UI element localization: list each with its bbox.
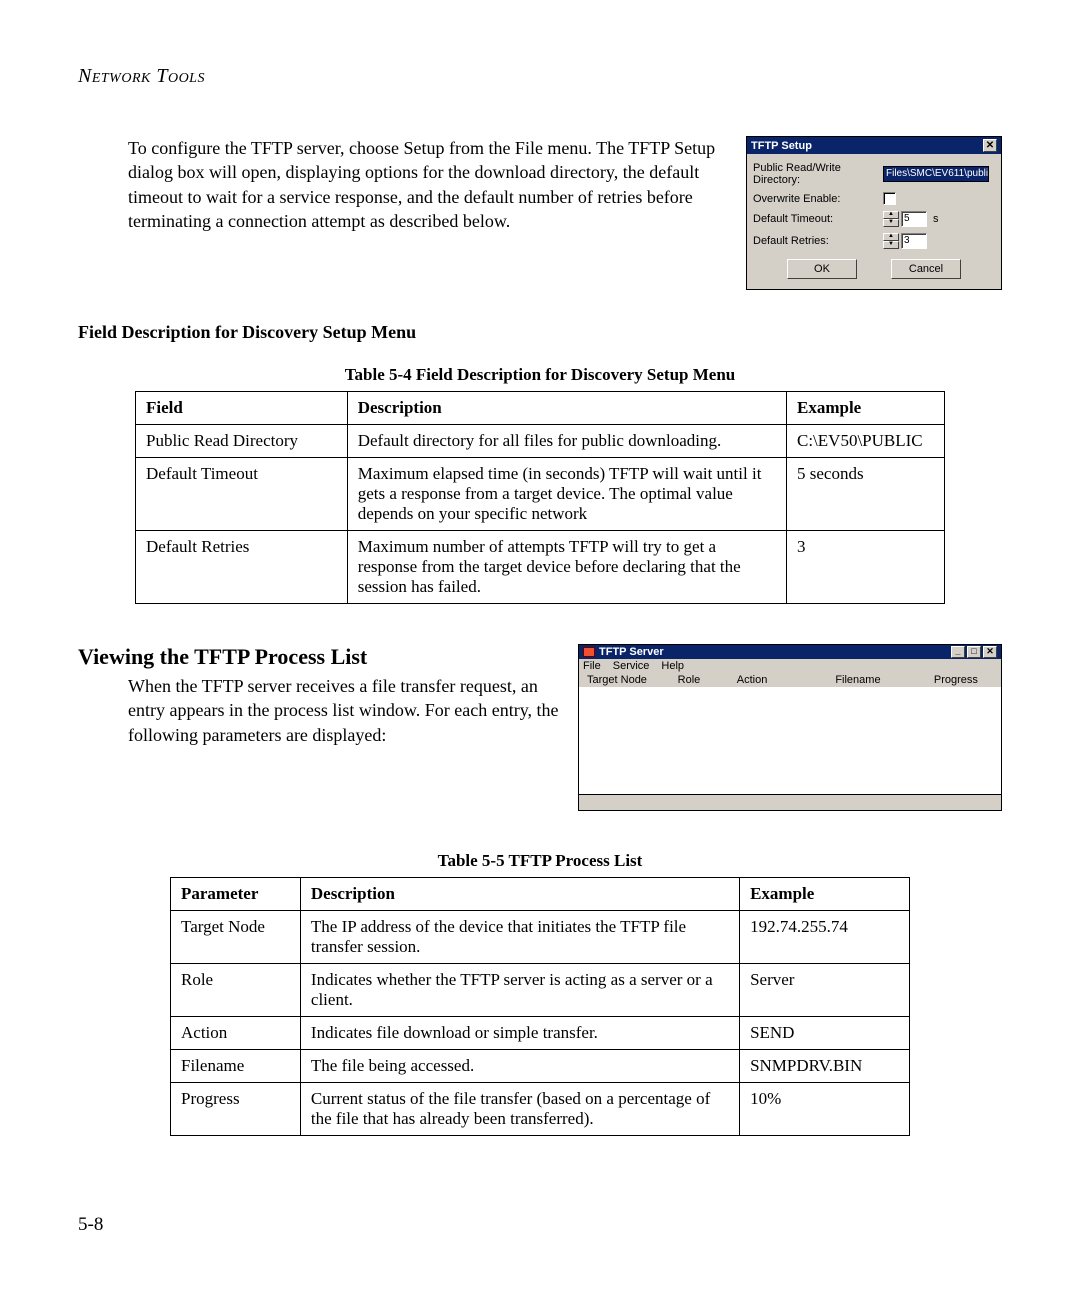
spin-down-icon[interactable]: ▼: [883, 241, 899, 249]
cell: Filename: [171, 1050, 301, 1083]
tftp-server-window: TFTP Server _ □ ✕ File Service Help Targ…: [578, 644, 1002, 811]
timeout-unit: s: [933, 213, 939, 225]
viewing-heading: Viewing the TFTP Process List: [78, 644, 568, 670]
dialog-titlebar: TFTP Setup ✕: [747, 137, 1001, 154]
cancel-button[interactable]: Cancel: [891, 259, 961, 279]
cell: Indicates file download or simple transf…: [300, 1017, 739, 1050]
spin-down-icon[interactable]: ▼: [883, 219, 899, 227]
table-5-4: Field Description Example Public Read Di…: [135, 391, 945, 604]
cell: Target Node: [171, 911, 301, 964]
field-desc-subheading: Field Description for Discovery Setup Me…: [78, 322, 1002, 343]
server-menubar: File Service Help: [578, 659, 1002, 673]
table-header: Parameter: [171, 878, 301, 911]
cell: 192.74.255.74: [740, 911, 910, 964]
timeout-value[interactable]: 5: [901, 211, 927, 227]
retries-spinner[interactable]: ▲ ▼ 3: [883, 233, 927, 249]
cell: Maximum elapsed time (in seconds) TFTP w…: [347, 458, 786, 531]
col-role[interactable]: Role: [678, 674, 737, 686]
col-target-node[interactable]: Target Node: [587, 674, 678, 686]
maximize-icon[interactable]: □: [967, 646, 981, 658]
cell: 3: [787, 531, 945, 604]
intro-paragraph: To configure the TFTP server, choose Set…: [78, 136, 736, 233]
server-statusbar: [578, 795, 1002, 811]
cell: Server: [740, 964, 910, 1017]
minimize-icon[interactable]: _: [951, 646, 965, 658]
table-row: Target Node The IP address of the device…: [171, 911, 910, 964]
intro-row: To configure the TFTP server, choose Set…: [78, 136, 1002, 290]
viewing-row: Viewing the TFTP Process List When the T…: [78, 644, 1002, 811]
table-header: Field: [136, 392, 348, 425]
cell: The IP address of the device that initia…: [300, 911, 739, 964]
server-column-header: Target Node Role Action Filename Progres…: [578, 673, 1002, 687]
menu-help[interactable]: Help: [661, 660, 684, 672]
cell: C:\EV50\PUBLIC: [787, 425, 945, 458]
table-header: Description: [300, 878, 739, 911]
cell: SEND: [740, 1017, 910, 1050]
retries-value[interactable]: 3: [901, 233, 927, 249]
table-header: Example: [740, 878, 910, 911]
timeout-spinner[interactable]: ▲ ▼ 5 s: [883, 211, 939, 227]
cell: 10%: [740, 1083, 910, 1136]
table-row: Default Timeout Maximum elapsed time (in…: [136, 458, 945, 531]
close-icon[interactable]: ✕: [983, 646, 997, 658]
table-5-5-caption: Table 5-5 TFTP Process List: [78, 851, 1002, 871]
table-header: Example: [787, 392, 945, 425]
cell: Current status of the file transfer (bas…: [300, 1083, 739, 1136]
viewing-paragraph: When the TFTP server receives a file tra…: [78, 674, 568, 747]
retries-label: Default Retries:: [753, 235, 883, 247]
cell: Progress: [171, 1083, 301, 1136]
table-5-4-caption: Table 5-4 Field Description for Discover…: [78, 365, 1002, 385]
ok-button[interactable]: OK: [787, 259, 857, 279]
cell: Default Retries: [136, 531, 348, 604]
close-icon[interactable]: ✕: [983, 139, 997, 152]
cell: Default directory for all files for publ…: [347, 425, 786, 458]
server-titlebar: TFTP Server _ □ ✕: [578, 644, 1002, 659]
cell: Maximum number of attempts TFTP will try…: [347, 531, 786, 604]
cell: Indicates whether the TFTP server is act…: [300, 964, 739, 1017]
cell: The file being accessed.: [300, 1050, 739, 1083]
table-row: Action Indicates file download or simple…: [171, 1017, 910, 1050]
overwrite-label: Overwrite Enable:: [753, 193, 883, 205]
table-5-5: Parameter Description Example Target Nod…: [170, 877, 910, 1136]
table-row: Default Retries Maximum number of attemp…: [136, 531, 945, 604]
spin-up-icon[interactable]: ▲: [883, 211, 899, 219]
dir-label: Public Read/Write Directory:: [753, 162, 883, 186]
table-row: Filename The file being accessed. SNMPDR…: [171, 1050, 910, 1083]
server-list-area[interactable]: [578, 687, 1002, 795]
spin-up-icon[interactable]: ▲: [883, 233, 899, 241]
cell: 5 seconds: [787, 458, 945, 531]
page-number: 5-8: [78, 1214, 103, 1236]
cell: Public Read Directory: [136, 425, 348, 458]
col-filename[interactable]: Filename: [835, 674, 934, 686]
app-icon: [583, 647, 595, 657]
section-header: Network Tools: [78, 65, 1002, 88]
cell: Default Timeout: [136, 458, 348, 531]
tftp-setup-dialog: TFTP Setup ✕ Public Read/Write Directory…: [746, 136, 1002, 290]
table-header: Description: [347, 392, 786, 425]
dialog-title-text: TFTP Setup: [751, 140, 812, 152]
timeout-label: Default Timeout:: [753, 213, 883, 225]
col-progress[interactable]: Progress: [934, 674, 993, 686]
server-title-text: TFTP Server: [599, 646, 664, 658]
table-row: Progress Current status of the file tran…: [171, 1083, 910, 1136]
cell: SNMPDRV.BIN: [740, 1050, 910, 1083]
cell: Action: [171, 1017, 301, 1050]
overwrite-checkbox[interactable]: [883, 192, 896, 205]
table-row: Public Read Directory Default directory …: [136, 425, 945, 458]
menu-file[interactable]: File: [583, 660, 601, 672]
dir-input[interactable]: Files\SMC\EV611\public: [883, 166, 989, 182]
cell: Role: [171, 964, 301, 1017]
table-row: Role Indicates whether the TFTP server i…: [171, 964, 910, 1017]
menu-service[interactable]: Service: [613, 660, 650, 672]
col-action[interactable]: Action: [737, 674, 836, 686]
